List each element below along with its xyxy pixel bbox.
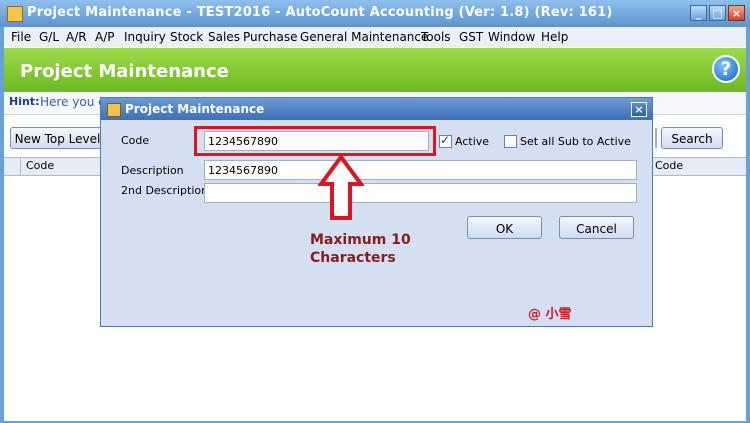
page-header: Project Maintenance: [4, 48, 746, 92]
set-all-sub-active-label: Set all Sub to Active: [520, 135, 631, 148]
help-icon[interactable]: ?: [712, 55, 740, 83]
menu-ap[interactable]: A/P: [95, 30, 115, 44]
second-description-label: 2nd Description: [121, 184, 209, 197]
maximize-button[interactable]: □: [709, 5, 726, 21]
ok-button[interactable]: OK: [467, 216, 542, 239]
set-all-sub-active-checkbox[interactable]: [504, 135, 517, 148]
page-title: Project Maintenance: [20, 61, 229, 82]
highlight-box: [194, 126, 436, 156]
active-label: Active: [455, 135, 490, 148]
menu-file[interactable]: File: [11, 30, 31, 44]
code-label: Code: [121, 134, 150, 147]
cancel-button[interactable]: Cancel: [559, 216, 634, 239]
hint-text: Here you c: [40, 95, 105, 109]
menu-tools[interactable]: Tools: [421, 30, 451, 44]
dialog-icon: [107, 103, 121, 117]
menu-help[interactable]: Help: [541, 30, 568, 44]
watermark: @ 小雪: [528, 307, 572, 322]
hint-label: Hint:: [9, 95, 40, 108]
dialog-title-bar: Project Maintenance ×: [101, 98, 652, 120]
menu-window[interactable]: Window: [488, 30, 535, 44]
grid-column-divider: [20, 158, 21, 175]
minimize-button[interactable]: _: [690, 5, 707, 21]
close-button[interactable]: ×: [728, 5, 745, 21]
menu-gl[interactable]: G/L: [39, 30, 59, 44]
menu-stock[interactable]: Stock: [170, 30, 203, 44]
search-field-edge[interactable]: [655, 128, 657, 148]
active-checkbox[interactable]: ✓: [439, 133, 452, 148]
menu-general-maintenance[interactable]: General Maintenance: [300, 30, 428, 44]
grid-column-code[interactable]: Code: [26, 159, 54, 172]
menu-inquiry[interactable]: Inquiry: [124, 30, 166, 44]
menu-ar[interactable]: A/R: [66, 30, 87, 44]
checkmark-icon: ✓: [440, 133, 451, 147]
title-bar: Project Maintenance - TEST2016 - AutoCou…: [0, 0, 750, 27]
annotation-line-1: Maximum 10: [310, 232, 411, 248]
grid-column-code-right[interactable]: Code: [655, 159, 683, 172]
annotation-line-2: Characters: [310, 250, 396, 266]
dialog-close-button[interactable]: ×: [631, 102, 647, 117]
menu-purchase[interactable]: Purchase: [243, 30, 298, 44]
description-input[interactable]: 1234567890: [204, 160, 637, 180]
annotation-text: Maximum 10 Characters: [310, 231, 411, 267]
window-title: Project Maintenance - TEST2016 - AutoCou…: [27, 5, 613, 20]
dialog-title: Project Maintenance: [125, 102, 265, 116]
second-description-input[interactable]: [204, 183, 637, 203]
description-label: Description: [121, 164, 184, 177]
up-arrow-icon: [318, 154, 364, 220]
new-top-level-button[interactable]: New Top Level: [10, 127, 105, 149]
menu-sales[interactable]: Sales: [208, 30, 240, 44]
app-icon: [7, 6, 23, 22]
menu-bar: File G/L A/R A/P Inquiry Stock Sales Pur…: [4, 27, 746, 47]
menu-gst[interactable]: GST: [459, 30, 483, 44]
search-button[interactable]: Search: [661, 127, 723, 149]
